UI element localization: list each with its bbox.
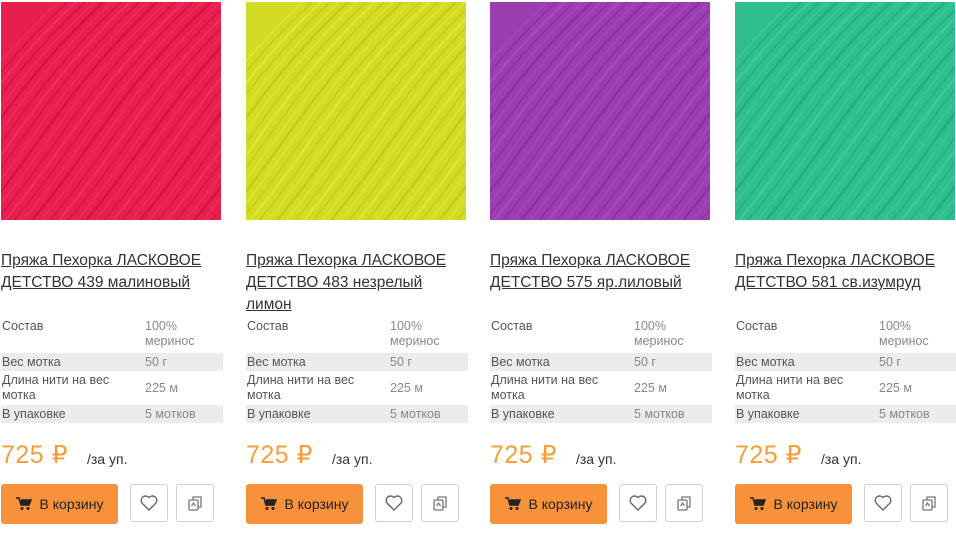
spec-value: 225 м: [390, 380, 423, 395]
price-unit: /за уп.: [332, 451, 373, 467]
add-to-cart-label: В корзину: [284, 496, 349, 512]
product-specs: Состав 100% меринос Вес мотка 50 г Длина н…: [490, 318, 712, 423]
price-unit: /за уп.: [821, 451, 862, 467]
product-card: Пряжа Пехорка ЛАСКОВОЕ ДЕТСТВО 581 св.из…: [735, 0, 956, 540]
compare-icon: [677, 496, 691, 511]
spec-label: В упаковке: [491, 406, 555, 421]
spec-value: 50 г: [634, 354, 656, 369]
product-card: Пряжа Пехорка ЛАСКОВОЕ ДЕТСТВО 439 малин…: [1, 0, 223, 540]
product-price: 725 ₽: [246, 441, 314, 469]
spec-label: Длина нити на вес мотка: [736, 373, 844, 402]
spec-label: Вес мотка: [736, 354, 795, 369]
spec-value: 50 г: [145, 354, 167, 369]
spec-value: 225 м: [634, 380, 667, 395]
heart-icon: [140, 495, 158, 511]
product-image[interactable]: [735, 2, 955, 220]
add-to-cart-label: В корзину: [528, 496, 593, 512]
product-image[interactable]: [490, 2, 710, 220]
spec-label: Состав: [736, 319, 778, 333]
product-title-link[interactable]: Пряжа Пехорка ЛАСКОВОЕ ДЕТСТВО 575 яр.ли…: [490, 250, 712, 294]
spec-label: Состав: [2, 319, 44, 333]
cart-icon: [504, 497, 521, 510]
spec-label: Вес мотка: [2, 354, 61, 369]
heart-icon: [629, 495, 647, 511]
compare-button[interactable]: [421, 484, 459, 522]
spec-label: Длина нити на вес мотка: [491, 373, 599, 402]
spec-value: 100% меринос: [390, 319, 440, 348]
product-price: 725 ₽: [1, 441, 69, 469]
spec-label: Длина нити на вес мотка: [2, 373, 110, 402]
spec-label: Вес мотка: [491, 354, 550, 369]
spec-value: 100% меринос: [145, 319, 195, 348]
compare-icon: [433, 496, 447, 511]
heart-icon: [385, 495, 403, 511]
cart-icon: [749, 497, 766, 510]
product-price: 725 ₽: [490, 441, 558, 469]
product-grid: Пряжа Пехорка ЛАСКОВОЕ ДЕТСТВО 439 малин…: [0, 0, 956, 540]
compare-icon: [188, 496, 202, 511]
heart-icon: [874, 495, 892, 511]
favorite-button[interactable]: [864, 484, 902, 522]
spec-value: 100% меринос: [634, 319, 684, 348]
product-title-link[interactable]: Пряжа Пехорка ЛАСКОВОЕ ДЕТСТВО 483 незре…: [246, 250, 468, 316]
yarn-photo: [246, 2, 466, 220]
compare-button[interactable]: [176, 484, 214, 522]
yarn-photo: [490, 2, 710, 220]
cart-icon: [15, 497, 32, 510]
price-unit: /за уп.: [576, 451, 617, 467]
spec-value: 225 м: [145, 380, 178, 395]
add-to-cart-label: В корзину: [773, 496, 838, 512]
add-to-cart-button[interactable]: В корзину: [1, 484, 118, 524]
spec-value: 50 г: [390, 354, 412, 369]
cart-icon: [260, 497, 277, 510]
spec-value: 225 м: [879, 380, 912, 395]
add-to-cart-label: В корзину: [39, 496, 104, 512]
spec-value: 5 мотков: [879, 406, 930, 421]
product-image[interactable]: [246, 2, 466, 220]
price-unit: /за уп.: [87, 451, 128, 467]
spec-label: В упаковке: [247, 406, 311, 421]
add-to-cart-button[interactable]: В корзину: [246, 484, 363, 524]
spec-value: 5 мотков: [145, 406, 196, 421]
compare-icon: [922, 496, 936, 511]
spec-label: В упаковке: [736, 406, 800, 421]
product-specs: Состав 100% меринос Вес мотка 50 г Длина н…: [735, 318, 956, 423]
product-card: Пряжа Пехорка ЛАСКОВОЕ ДЕТСТВО 575 яр.ли…: [490, 0, 712, 540]
spec-label: Состав: [247, 319, 289, 333]
add-to-cart-button[interactable]: В корзину: [490, 484, 607, 524]
yarn-photo: [735, 2, 955, 220]
favorite-button[interactable]: [130, 484, 168, 522]
favorite-button[interactable]: [619, 484, 657, 522]
spec-value: 100% меринос: [879, 319, 929, 348]
compare-button[interactable]: [910, 484, 948, 522]
product-specs: Состав 100% меринос Вес мотка 50 г Длина н…: [1, 318, 223, 423]
product-card: Пряжа Пехорка ЛАСКОВОЕ ДЕТСТВО 483 незре…: [246, 0, 468, 540]
spec-label: Состав: [491, 319, 533, 333]
compare-button[interactable]: [665, 484, 703, 522]
add-to-cart-button[interactable]: В корзину: [735, 484, 852, 524]
favorite-button[interactable]: [375, 484, 413, 522]
spec-label: Длина нити на вес мотка: [247, 373, 355, 402]
product-price: 725 ₽: [735, 441, 803, 469]
yarn-photo: [1, 2, 221, 220]
spec-value: 5 мотков: [390, 406, 441, 421]
product-image[interactable]: [1, 2, 221, 220]
spec-value: 5 мотков: [634, 406, 685, 421]
product-title-link[interactable]: Пряжа Пехорка ЛАСКОВОЕ ДЕТСТВО 439 малин…: [1, 250, 223, 294]
product-title-link[interactable]: Пряжа Пехорка ЛАСКОВОЕ ДЕТСТВО 581 св.из…: [735, 250, 956, 294]
spec-label: В упаковке: [2, 406, 66, 421]
spec-value: 50 г: [879, 354, 901, 369]
spec-label: Вес мотка: [247, 354, 306, 369]
product-specs: Состав 100% меринос Вес мотка 50 г Длина н…: [246, 318, 468, 423]
